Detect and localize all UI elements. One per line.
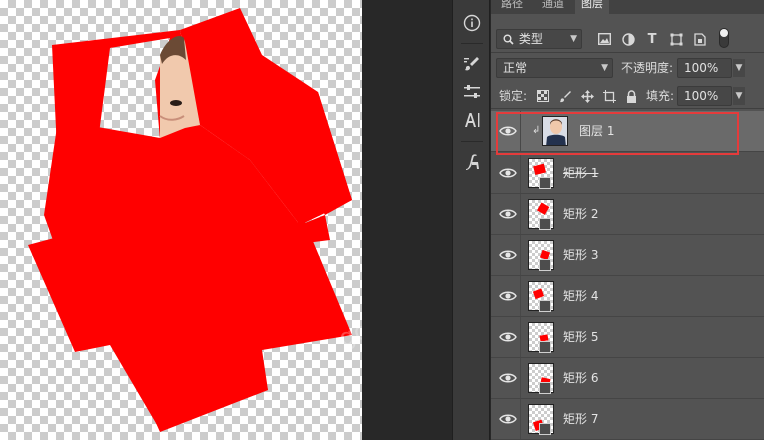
layer-name[interactable]: 矩形 1	[563, 165, 598, 181]
smart-object-filter-icon[interactable]	[693, 32, 707, 46]
visibility-column[interactable]	[491, 276, 521, 316]
chevron-down-icon[interactable]: ▼	[733, 59, 745, 77]
shape-layer-badge-icon	[539, 177, 551, 189]
layer-row[interactable]: 矩形 1	[491, 153, 764, 194]
layer-thumbnail[interactable]	[542, 116, 568, 146]
search-icon	[503, 30, 515, 50]
filter-kind-dropdown[interactable]: 类型 ▼	[496, 29, 582, 49]
eye-icon[interactable]	[499, 124, 517, 138]
eye-icon[interactable]	[499, 207, 517, 221]
opacity-label: 不透明度:	[621, 61, 674, 75]
layer-row[interactable]: 矩形 6	[491, 358, 764, 399]
fill-label: 填充:	[646, 89, 675, 103]
shape-layer-badge-icon	[539, 259, 551, 271]
lock-artboard-icon[interactable]	[602, 89, 616, 103]
clipping-arrow-icon: ↲	[532, 125, 541, 136]
toolstrip-divider	[461, 43, 483, 44]
blend-mode-dropdown[interactable]: 正常 ▼	[496, 58, 613, 78]
canvas-artwork	[28, 8, 352, 432]
lock-label: 锁定:	[499, 89, 528, 103]
layer-name[interactable]: 矩形 5	[563, 329, 598, 345]
tab-layers[interactable]: 图层	[575, 0, 609, 14]
type-filter-icon[interactable]: T	[645, 32, 659, 47]
lock-paint-icon[interactable]	[558, 89, 572, 103]
layer-name[interactable]: 矩形 6	[563, 370, 598, 386]
layer-name[interactable]: 矩形 2	[563, 206, 598, 222]
eye-icon[interactable]	[499, 166, 517, 180]
eye-icon[interactable]	[499, 412, 517, 426]
layer-row[interactable]: 矩形 4	[491, 276, 764, 317]
layer-row[interactable]: 矩形 5	[491, 317, 764, 358]
workspace-gap	[362, 0, 452, 440]
panel-dock-strip	[452, 0, 490, 440]
layers-list: ↲ 图层 1 矩形 1 矩形 2 矩形 3 矩形 4 矩形 5 矩形 6 矩形 …	[491, 109, 764, 440]
layers-panel: 路径 通道 图层 类型 ▼ T 正常 ▼ 不透明度: 100% ▼ 锁定: 填充…	[491, 0, 764, 440]
chevron-down-icon: ▼	[570, 34, 577, 44]
visibility-column[interactable]	[491, 235, 521, 275]
fill-input[interactable]: 100% ▼	[677, 86, 745, 106]
visibility-column[interactable]	[491, 399, 521, 439]
adjust-sliders-icon[interactable]	[458, 78, 486, 106]
lock-all-icon[interactable]	[624, 89, 638, 103]
layer-name[interactable]: 矩形 3	[563, 247, 598, 263]
visibility-column[interactable]	[491, 194, 521, 234]
tab-paths[interactable]: 路径	[495, 0, 529, 14]
layer-row[interactable]: ↲ 图层 1	[491, 111, 764, 152]
glyphs-icon[interactable]	[458, 148, 486, 176]
adjustment-filter-icon[interactable]	[621, 32, 635, 46]
eye-icon[interactable]	[499, 248, 517, 262]
shape-layer-badge-icon	[539, 300, 551, 312]
fill-value: 100%	[684, 89, 719, 103]
tab-channels[interactable]: 通道	[536, 0, 570, 14]
blend-mode-label: 正常	[503, 61, 528, 75]
shape-layer-badge-icon	[539, 382, 551, 394]
layer-name[interactable]: 矩形 4	[563, 288, 598, 304]
panel-divider	[491, 52, 764, 53]
character-icon[interactable]	[458, 106, 486, 134]
lock-transparent-icon[interactable]	[536, 89, 550, 103]
layer-row[interactable]: 矩形 7	[491, 399, 764, 440]
opacity-value: 100%	[684, 61, 719, 75]
visibility-column[interactable]	[491, 111, 521, 151]
chevron-down-icon: ▼	[601, 63, 608, 73]
layer-name[interactable]: 矩形 7	[563, 411, 598, 427]
layer-row[interactable]: 矩形 3	[491, 235, 764, 276]
panel-tab-bar: 路径 通道 图层	[491, 0, 764, 14]
visibility-column[interactable]	[491, 317, 521, 357]
layer-name[interactable]: 图层 1	[579, 123, 614, 139]
filter-kind-label: 类型	[518, 32, 543, 46]
shape-filter-icon[interactable]	[669, 32, 683, 46]
shape-layer-badge-icon	[539, 341, 551, 353]
shape-layer-badge-icon	[539, 218, 551, 230]
opacity-input[interactable]: 100% ▼	[677, 58, 745, 78]
visibility-column[interactable]	[491, 153, 521, 193]
eye-icon[interactable]	[499, 330, 517, 344]
eye-icon[interactable]	[499, 371, 517, 385]
eye-icon[interactable]	[499, 289, 517, 303]
photoshop-workspace: gongtt.com 路径 通道 图层 类型 ▼ T 正常 ▼ 不透明度: 10…	[0, 0, 764, 440]
document-canvas[interactable]: gongtt.com	[0, 0, 362, 440]
layer-row[interactable]: 矩形 2	[491, 194, 764, 235]
lock-position-icon[interactable]	[580, 89, 594, 103]
filter-toggle-icon[interactable]	[719, 27, 729, 49]
visibility-column[interactable]	[491, 358, 521, 398]
shape-layer-badge-icon	[539, 423, 551, 435]
toolstrip-divider	[461, 141, 483, 142]
info-icon[interactable]	[458, 9, 486, 37]
image-filter-icon[interactable]	[597, 32, 611, 46]
brush-settings-icon[interactable]	[458, 50, 486, 78]
chevron-down-icon[interactable]: ▼	[733, 87, 745, 105]
